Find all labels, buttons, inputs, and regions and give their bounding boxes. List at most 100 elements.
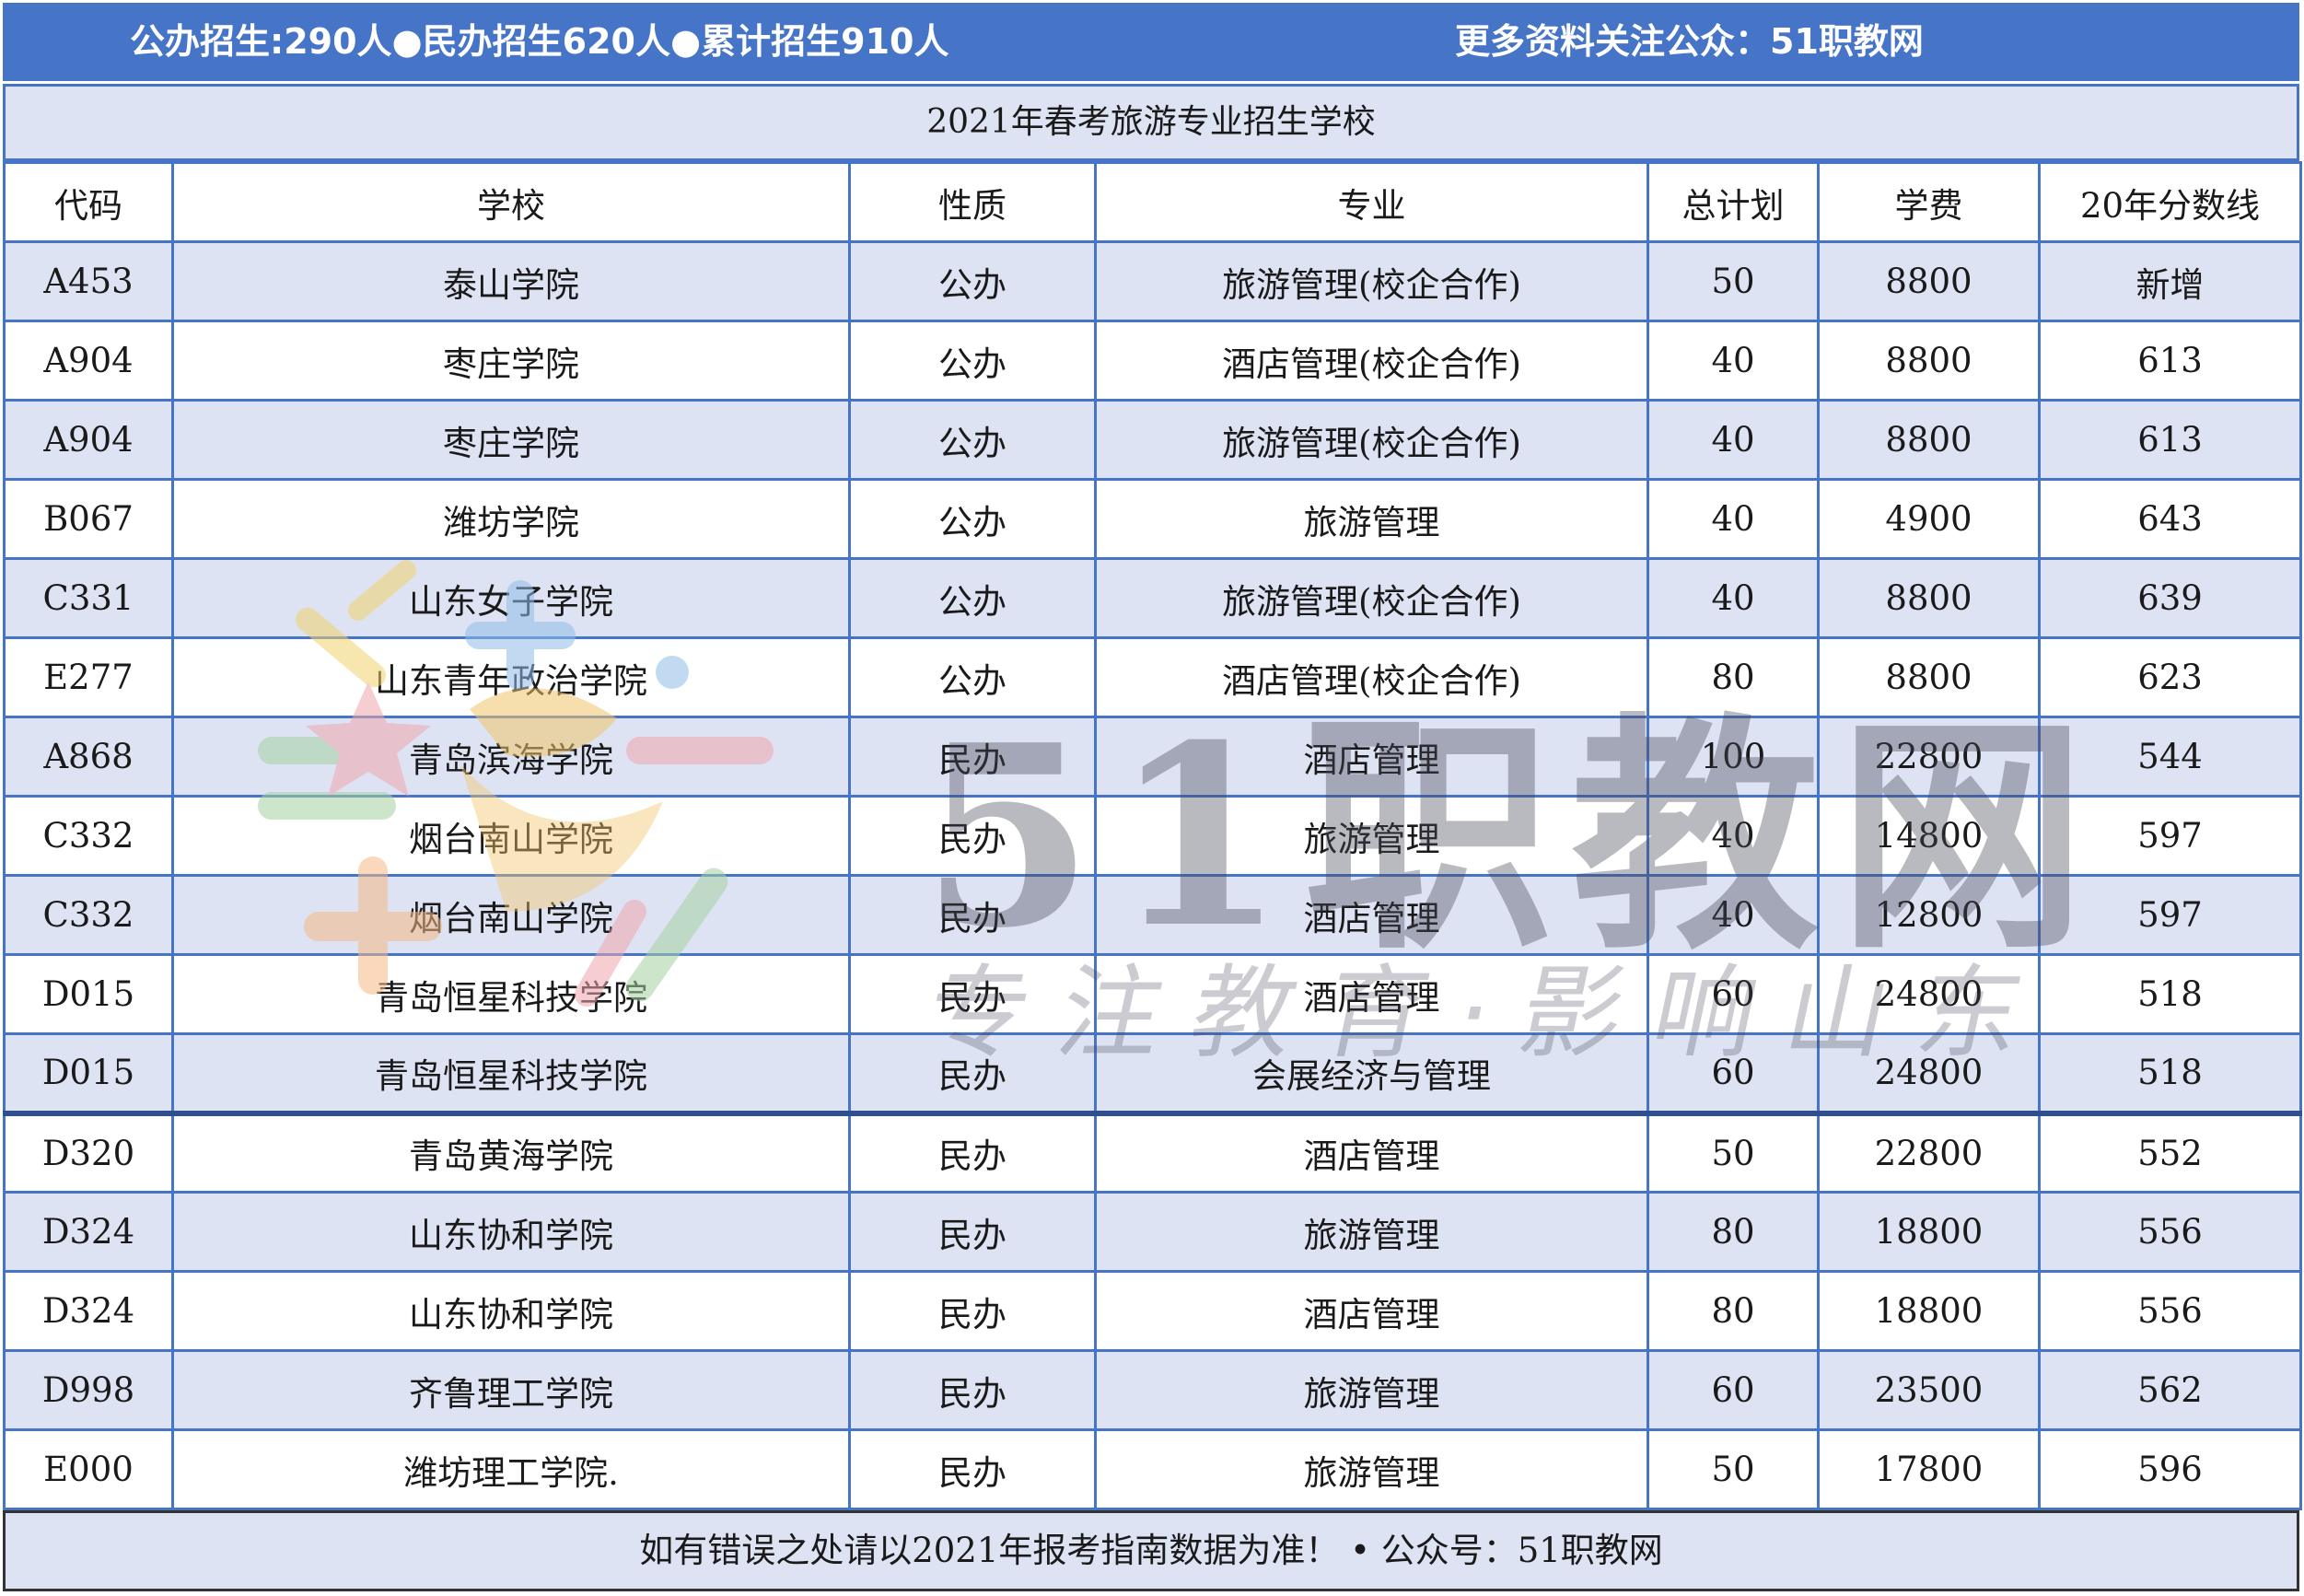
cell-major: 酒店管理(校企合作): [1094, 636, 1649, 718]
cell-code: C332: [3, 874, 174, 956]
cell-school: 潍坊理工学院.: [171, 1428, 851, 1510]
cell-tuition: 18800: [1817, 1270, 2041, 1352]
cell-type: 公办: [848, 240, 1097, 322]
enrollment-table: 代码 学校 性质 专业 总计划 学费 20年分数线 A453 泰山学院 公办 旅游管理(校企合作)…: [3, 161, 2302, 1510]
cell-major: 旅游管理(校企合作): [1094, 557, 1649, 639]
cell-type: 民办: [848, 1191, 1097, 1273]
cell-score: 639: [2038, 557, 2302, 639]
cell-score: 562: [2038, 1349, 2302, 1431]
cell-code: E000: [3, 1428, 174, 1510]
cell-code: D324: [3, 1270, 174, 1352]
cell-score: 613: [2038, 320, 2302, 402]
cell-type: 民办: [848, 716, 1097, 798]
cell-plan: 50: [1647, 240, 1820, 322]
table-row: D320 青岛黄海学院 民办 酒店管理 50 22800 552: [3, 1110, 2302, 1194]
cell-score: 556: [2038, 1191, 2302, 1273]
cell-major: 旅游管理(校企合作): [1094, 399, 1649, 481]
cell-school: 山东女子学院: [171, 557, 851, 639]
cell-code: D324: [3, 1191, 174, 1273]
table-row: C332 烟台南山学院 民办 酒店管理 40 12800 597: [3, 874, 2302, 956]
cell-plan: 40: [1647, 557, 1820, 639]
cell-plan: 50: [1647, 1110, 1820, 1194]
cell-tuition: 8800: [1817, 320, 2041, 402]
cell-code: A453: [3, 240, 174, 322]
cell-code: C331: [3, 557, 174, 639]
header-major: 专业: [1094, 161, 1649, 243]
cell-type: 公办: [848, 557, 1097, 639]
table-row: E000 潍坊理工学院. 民办 旅游管理 50 17800 596: [3, 1428, 2302, 1510]
table-row: D015 青岛恒星科技学院 民办 酒店管理 60 24800 518: [3, 953, 2302, 1035]
cell-school: 山东协和学院: [171, 1191, 851, 1273]
cell-type: 民办: [848, 1428, 1097, 1510]
cell-score: 613: [2038, 399, 2302, 481]
cell-score: 新增: [2038, 240, 2302, 322]
table-row: A868 青岛滨海学院 民办 酒店管理 100 22800 544: [3, 716, 2302, 798]
cell-tuition: 8800: [1817, 557, 2041, 639]
cell-score: 552: [2038, 1110, 2302, 1194]
cell-school: 山东青年政治学院: [171, 636, 851, 718]
cell-plan: 80: [1647, 1191, 1820, 1273]
cell-school: 烟台南山学院: [171, 874, 851, 956]
cell-school: 青岛滨海学院: [171, 716, 851, 798]
cell-school: 潍坊学院: [171, 478, 851, 560]
header-row: 代码 学校 性质 专业 总计划 学费 20年分数线: [3, 161, 2302, 243]
cell-tuition: 18800: [1817, 1191, 2041, 1273]
cell-score: 597: [2038, 874, 2302, 956]
cell-major: 酒店管理: [1094, 953, 1649, 1035]
cell-code: A868: [3, 716, 174, 798]
cell-school: 齐鲁理工学院: [171, 1349, 851, 1431]
cell-tuition: 24800: [1817, 1032, 2041, 1114]
cell-code: A904: [3, 399, 174, 481]
cell-plan: 100: [1647, 716, 1820, 798]
header-tuition: 学费: [1817, 161, 2041, 243]
cell-type: 民办: [848, 1270, 1097, 1352]
cell-major: 旅游管理: [1094, 478, 1649, 560]
cell-score: 518: [2038, 953, 2302, 1035]
cell-plan: 80: [1647, 1270, 1820, 1352]
table-row: A904 枣庄学院 公办 酒店管理(校企合作) 40 8800 613: [3, 320, 2302, 402]
cell-plan: 40: [1647, 874, 1820, 956]
cell-score: 643: [2038, 478, 2302, 560]
table-row: D324 山东协和学院 民办 旅游管理 80 18800 556: [3, 1191, 2302, 1273]
cell-major: 旅游管理: [1094, 1349, 1649, 1431]
cell-code: A904: [3, 320, 174, 402]
cell-code: D015: [3, 953, 174, 1035]
cell-code: B067: [3, 478, 174, 560]
cell-type: 民办: [848, 1349, 1097, 1431]
enrollment-summary: 公办招生:290人●民办招生620人●累计招生910人: [130, 21, 949, 62]
header-school: 学校: [171, 161, 851, 243]
cell-school: 青岛恒星科技学院: [171, 1032, 851, 1114]
cell-tuition: 12800: [1817, 874, 2041, 956]
cell-score: 597: [2038, 795, 2302, 877]
cell-plan: 80: [1647, 636, 1820, 718]
cell-code: E277: [3, 636, 174, 718]
cell-score: 544: [2038, 716, 2302, 798]
cell-major: 会展经济与管理: [1094, 1032, 1649, 1114]
cell-plan: 40: [1647, 795, 1820, 877]
cell-school: 烟台南山学院: [171, 795, 851, 877]
header-code: 代码: [3, 161, 174, 243]
table-row: D015 青岛恒星科技学院 民办 会展经济与管理 60 24800 518: [3, 1032, 2302, 1114]
cell-tuition: 22800: [1817, 716, 2041, 798]
cell-plan: 60: [1647, 953, 1820, 1035]
table-row: E277 山东青年政治学院 公办 酒店管理(校企合作) 80 8800 623: [3, 636, 2302, 718]
table-row: B067 潍坊学院 公办 旅游管理 40 4900 643: [3, 478, 2302, 560]
footer-note: 如有错误之处请以2021年报考指南数据为准！ • 公众号：51职教网: [3, 1510, 2299, 1591]
cell-tuition: 8800: [1817, 636, 2041, 718]
cell-plan: 50: [1647, 1428, 1820, 1510]
cell-tuition: 23500: [1817, 1349, 2041, 1431]
cell-major: 旅游管理: [1094, 1191, 1649, 1273]
table-row: D324 山东协和学院 民办 酒店管理 80 18800 556: [3, 1270, 2302, 1352]
cell-type: 公办: [848, 636, 1097, 718]
cell-major: 酒店管理: [1094, 874, 1649, 956]
cell-plan: 40: [1647, 478, 1820, 560]
cell-code: D998: [3, 1349, 174, 1431]
table-row: A453 泰山学院 公办 旅游管理(校企合作) 50 8800 新增: [3, 240, 2302, 322]
cell-type: 公办: [848, 399, 1097, 481]
cell-type: 民办: [848, 953, 1097, 1035]
table-row: C331 山东女子学院 公办 旅游管理(校企合作) 40 8800 639: [3, 557, 2302, 639]
cell-plan: 40: [1647, 320, 1820, 402]
table-row: D998 齐鲁理工学院 民办 旅游管理 60 23500 562: [3, 1349, 2302, 1431]
cell-type: 民办: [848, 1032, 1097, 1114]
cell-school: 青岛恒星科技学院: [171, 953, 851, 1035]
